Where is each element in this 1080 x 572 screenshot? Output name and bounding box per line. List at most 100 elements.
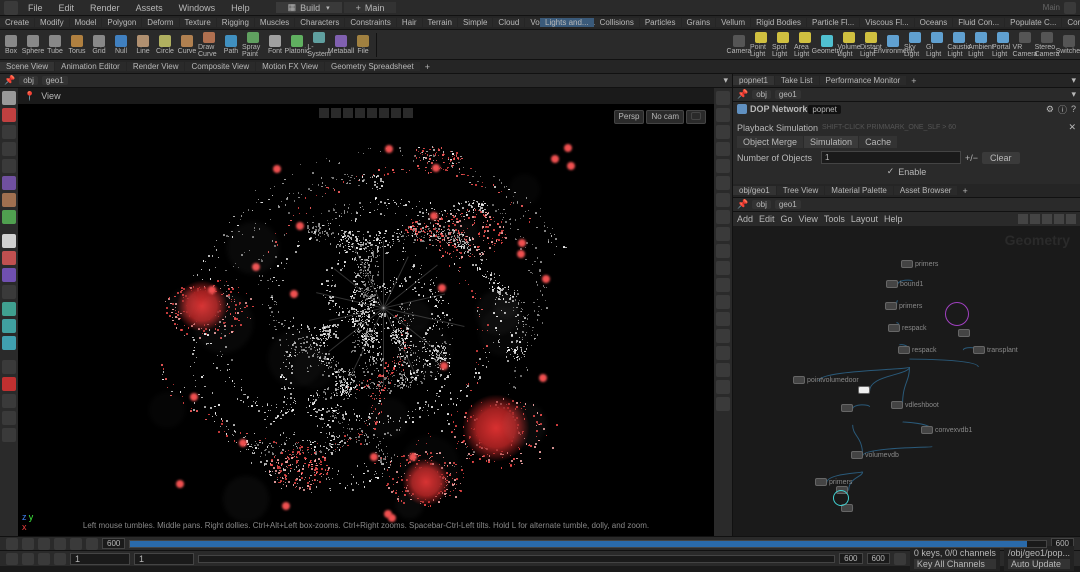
net-menu-view[interactable]: View — [799, 214, 818, 224]
lighting-icon[interactable] — [716, 142, 730, 156]
viewport-3d[interactable]: 📍 View Persp No cam — [18, 88, 714, 536]
shelf-tab[interactable]: Oceans — [915, 18, 953, 27]
selectable-icon[interactable] — [716, 210, 730, 224]
info-icon[interactable]: ⓘ — [1058, 103, 1067, 116]
shading-mode-icon[interactable] — [716, 91, 730, 105]
shelf-tool-button[interactable]: Path — [220, 32, 242, 58]
net-opt4-icon[interactable] — [1054, 214, 1064, 224]
point-nums-icon[interactable] — [716, 244, 730, 258]
clear-button[interactable]: Clear — [982, 152, 1020, 164]
shelf-tab[interactable]: Particle Fl... — [807, 18, 859, 27]
subtab-simulation[interactable]: Simulation — [804, 136, 858, 148]
vopt-1-icon[interactable] — [319, 108, 329, 118]
net-add-tab[interactable]: + — [958, 186, 971, 196]
menu-file[interactable]: File — [22, 3, 49, 13]
lock-icon[interactable] — [22, 553, 34, 565]
shelf-tool-button[interactable]: Spray Paint — [242, 32, 264, 58]
backface-icon[interactable] — [716, 329, 730, 343]
subtab-cache[interactable]: Cache — [859, 136, 897, 148]
handle-tool-icon[interactable] — [2, 108, 16, 122]
scale-tool-icon[interactable] — [2, 159, 16, 173]
plus-minus-icon[interactable]: +/− — [965, 153, 978, 163]
wireframe-icon[interactable] — [716, 108, 730, 122]
shelf-tab[interactable]: Texture — [180, 18, 216, 27]
range-end-field[interactable]: 600 — [867, 553, 890, 564]
shelf-tab[interactable]: Characters — [295, 18, 344, 27]
shelf-tab[interactable]: Terrain — [423, 18, 457, 27]
range-start-field[interactable]: 600 — [839, 553, 862, 564]
key-all-button[interactable]: Key All Channels — [914, 559, 996, 569]
shelf-tab[interactable]: Model — [70, 18, 102, 27]
shelf-tab[interactable]: Grains — [682, 18, 716, 27]
network-node[interactable]: respack — [898, 346, 937, 354]
network-node[interactable]: primers — [885, 302, 922, 310]
snap-curve-icon[interactable] — [2, 302, 16, 316]
desktop-tab-build[interactable]: ▦Build▾ — [276, 2, 342, 13]
net-opt5-icon[interactable] — [1066, 214, 1076, 224]
xray-icon[interactable] — [716, 176, 730, 190]
snap-grid-icon[interactable] — [2, 285, 16, 299]
brain-icon[interactable] — [6, 553, 18, 565]
shelf-tool-button[interactable]: Torus — [66, 32, 88, 58]
prim-nums-icon[interactable] — [716, 261, 730, 275]
play-reverse-icon[interactable] — [38, 538, 50, 550]
chevron-down-icon[interactable]: ▾ — [723, 75, 728, 86]
netpath-obj[interactable]: obj — [752, 200, 771, 209]
misc2-tool-icon[interactable] — [2, 428, 16, 442]
brush-tool-icon[interactable] — [2, 176, 16, 190]
play-next-icon[interactable] — [70, 538, 82, 550]
shelf-tab[interactable]: Simple — [458, 18, 492, 27]
network-node[interactable] — [858, 386, 870, 394]
hqlighting-icon[interactable] — [716, 346, 730, 360]
num-objects-input[interactable] — [821, 151, 961, 164]
shaded-icon[interactable] — [716, 125, 730, 139]
timeline-track[interactable] — [129, 540, 1046, 548]
vopt-7-icon[interactable] — [391, 108, 401, 118]
network-node[interactable]: volumevdb — [851, 451, 899, 459]
help-icon[interactable]: ? — [1071, 104, 1076, 114]
param-tab-perfmon[interactable]: Performance Monitor — [820, 76, 907, 85]
shelf-tool-button[interactable]: Box — [0, 32, 22, 58]
shadow-icon[interactable] — [716, 363, 730, 377]
shelf-tab[interactable]: Rigging — [217, 18, 254, 27]
netpath-geo1[interactable]: geo1 — [775, 200, 801, 209]
nettab-objgeo1[interactable]: obj/geo1 — [733, 186, 776, 195]
tab-composite-view[interactable]: Composite View — [185, 62, 255, 71]
tab-motion-fx[interactable]: Motion FX View — [256, 62, 324, 71]
play-prev-icon[interactable] — [22, 538, 34, 550]
network-node[interactable] — [958, 329, 970, 337]
shelf-tool-button[interactable]: Metaball — [330, 32, 352, 58]
shelf-tool-button[interactable]: L-System — [308, 32, 330, 58]
network-node[interactable]: primers — [815, 478, 852, 486]
vopt-8-icon[interactable] — [403, 108, 413, 118]
snap-point-icon[interactable] — [2, 319, 16, 333]
menu-assets[interactable]: Assets — [130, 3, 169, 13]
frame-field[interactable]: 1 — [70, 553, 130, 565]
lock-icon[interactable] — [686, 110, 706, 124]
shelf-tab[interactable]: Fluid Con... — [953, 18, 1004, 27]
shelf-tab[interactable]: Muscles — [255, 18, 294, 27]
chevron-down-icon[interactable]: ▾ — [1071, 89, 1076, 100]
vopt-3-icon[interactable] — [343, 108, 353, 118]
path-obj[interactable]: obj — [752, 90, 771, 99]
net-menu-go[interactable]: Go — [781, 214, 793, 224]
net-opt3-icon[interactable] — [1042, 214, 1052, 224]
shelf-tab[interactable]: Deform — [142, 18, 178, 27]
construct-tool-icon[interactable] — [2, 360, 16, 374]
normals-icon[interactable] — [716, 227, 730, 241]
shelf-tab[interactable]: Viscous Fl... — [860, 18, 913, 27]
path-obj[interactable]: obj — [19, 76, 38, 85]
vopt-2-icon[interactable] — [331, 108, 341, 118]
close-icon[interactable]: ✕ — [1068, 122, 1076, 133]
shelf-tool-button[interactable]: Volume Light — [838, 32, 860, 58]
hidden-icon[interactable] — [716, 278, 730, 292]
network-node[interactable]: transplant — [973, 346, 1018, 354]
shelf-tool-button[interactable]: Spot Light — [772, 32, 794, 58]
nettab-material[interactable]: Material Palette — [825, 186, 893, 195]
shelf-tool-button[interactable]: Circle — [154, 32, 176, 58]
tab-animation-editor[interactable]: Animation Editor — [55, 62, 126, 71]
shelf-tool-button[interactable]: Environment — [882, 32, 904, 58]
inspect-tool-icon[interactable] — [2, 268, 16, 282]
play-forward-icon[interactable] — [54, 538, 66, 550]
shelf-tab[interactable]: Cloud — [493, 18, 524, 27]
